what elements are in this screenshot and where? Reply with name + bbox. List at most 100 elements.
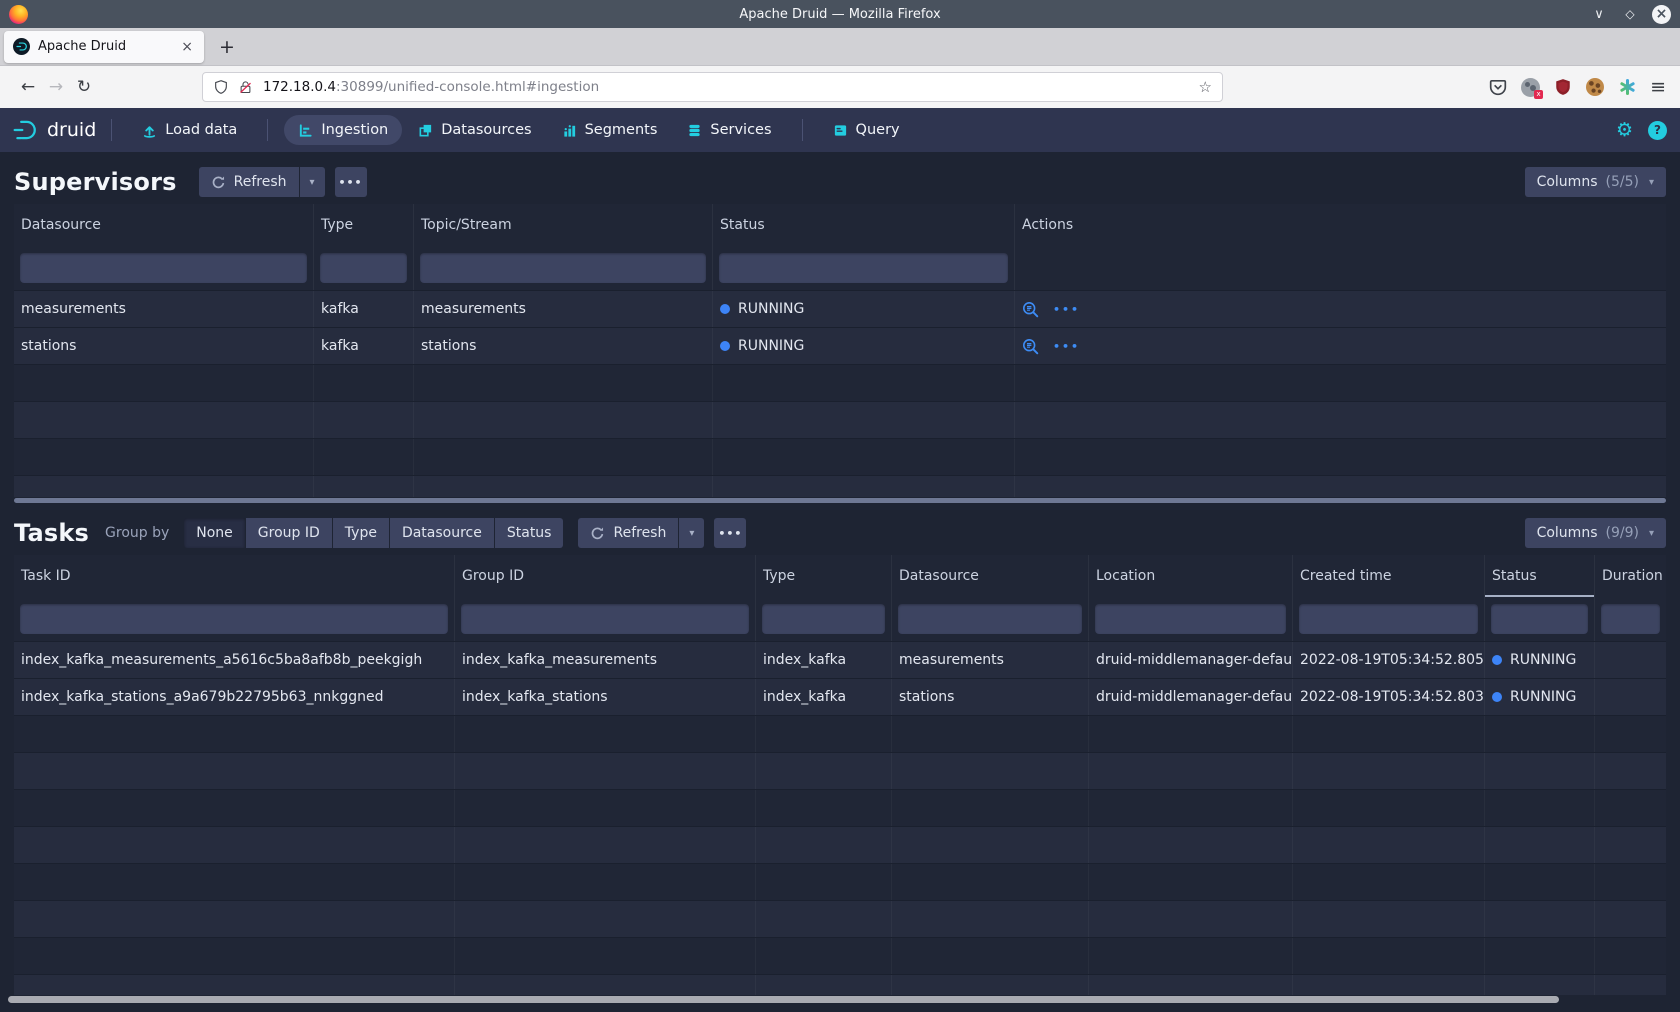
group-by-status-button[interactable]: Status [495, 518, 564, 548]
bookmark-star-icon[interactable]: ☆ [1199, 78, 1212, 96]
shield-icon[interactable] [213, 79, 229, 95]
cell-task-id[interactable]: index_kafka_measurements_a5616c5ba8afb8b… [14, 642, 455, 678]
column-header[interactable]: Type [756, 555, 892, 597]
task-row[interactable]: index_kafka_stations_a9a679b22795b63_nnk… [14, 678, 1666, 715]
help-icon[interactable]: ? [1648, 121, 1667, 140]
back-icon[interactable]: ← [14, 77, 42, 97]
cell-created-time[interactable]: 2022-08-19T05:34:52.805Z [1293, 642, 1485, 678]
forward-icon[interactable]: → [42, 77, 70, 97]
cell-status[interactable]: RUNNING [1485, 642, 1595, 678]
cell-datasource[interactable]: measurements [14, 291, 314, 327]
tasks-horizontal-scrollbar[interactable] [8, 996, 1559, 1003]
column-header-sorted[interactable]: Status [1485, 555, 1595, 597]
lock-insecure-icon[interactable] [238, 80, 253, 95]
close-window-icon[interactable]: × [1652, 5, 1671, 24]
cell-type[interactable]: index_kafka [756, 642, 892, 678]
refresh-button[interactable]: Refresh [578, 518, 678, 548]
window-menu-chevron-icon[interactable]: ∨ [1590, 7, 1608, 22]
refresh-interval-caret[interactable]: ▾ [300, 167, 325, 197]
group-by-none-button[interactable]: None [184, 518, 245, 548]
refresh-button[interactable]: Refresh [199, 167, 299, 197]
filter-input-task-id[interactable] [20, 604, 448, 634]
view-details-icon[interactable] [1022, 301, 1039, 318]
filter-input-type[interactable] [762, 604, 885, 634]
column-header[interactable]: Datasource [14, 204, 314, 246]
supervisor-row[interactable]: measurements kafka measurements RUNNING … [14, 290, 1666, 327]
browser-tab[interactable]: Apache Druid × [4, 31, 204, 63]
cell-duration[interactable] [1595, 642, 1666, 678]
url-bar[interactable]: 172.18.0.4:30899/unified-console.html#in… [202, 72, 1223, 102]
cell-type[interactable]: kafka [314, 328, 414, 364]
column-header[interactable]: Duration [1595, 555, 1666, 597]
cell-group-id[interactable]: index_kafka_stations [455, 679, 756, 715]
filter-input-location[interactable] [1095, 604, 1286, 634]
column-header[interactable]: Datasource [892, 555, 1089, 597]
column-header[interactable]: Group ID [455, 555, 756, 597]
cell-location[interactable]: druid-middlemanager-defaul... [1089, 642, 1293, 678]
nav-item-datasources[interactable]: Datasources [404, 115, 545, 145]
ublock-shield-icon[interactable] [1554, 78, 1572, 96]
column-header[interactable]: Task ID [14, 555, 455, 597]
druid-logo[interactable]: druid [12, 117, 96, 143]
filter-input-type[interactable] [320, 253, 407, 283]
group-by-datasource-button[interactable]: Datasource [390, 518, 494, 548]
cell-group-id[interactable]: index_kafka_measurements [455, 642, 756, 678]
filter-input-datasource[interactable] [898, 604, 1082, 634]
supervisors-horizontal-scrollbar[interactable] [14, 498, 1666, 503]
column-header[interactable]: Type [314, 204, 414, 246]
column-header[interactable]: Location [1089, 555, 1293, 597]
nav-item-load-data[interactable]: Load data [128, 115, 251, 145]
filter-input-status[interactable] [1491, 604, 1588, 634]
account-extension-icon[interactable]: x [1521, 78, 1540, 97]
supervisors-more-button[interactable]: ••• [335, 167, 367, 197]
group-by-type-button[interactable]: Type [333, 518, 389, 548]
tasks-columns-button[interactable]: Columns (9/9) ▾ [1525, 518, 1666, 548]
maximize-icon[interactable]: ◇ [1621, 7, 1639, 21]
nav-item-services[interactable]: Services [673, 115, 785, 145]
cell-created-time[interactable]: 2022-08-19T05:34:52.803Z [1293, 679, 1485, 715]
filter-input-topic[interactable] [420, 253, 706, 283]
row-actions-icon[interactable]: ••• [1053, 340, 1080, 353]
cell-type[interactable]: index_kafka [756, 679, 892, 715]
filter-input-datasource[interactable] [20, 253, 307, 283]
cell-task-id[interactable]: index_kafka_stations_a9a679b22795b63_nnk… [14, 679, 455, 715]
supervisors-columns-button[interactable]: Columns (5/5) ▾ [1525, 167, 1666, 197]
cell-location[interactable]: druid-middlemanager-defaul... [1089, 679, 1293, 715]
new-tab-button[interactable]: + [219, 36, 235, 58]
cell-status[interactable]: RUNNING [713, 291, 1015, 327]
nav-item-ingestion[interactable]: Ingestion [284, 115, 402, 145]
cell-datasource[interactable]: stations [14, 328, 314, 364]
nav-item-query[interactable]: Query [819, 115, 914, 145]
pocket-icon[interactable] [1489, 78, 1507, 96]
cell-status[interactable]: RUNNING [1485, 679, 1595, 715]
column-header[interactable]: Topic/Stream [414, 204, 713, 246]
group-by-group-id-button[interactable]: Group ID [246, 518, 332, 548]
view-details-icon[interactable] [1022, 338, 1039, 355]
nav-item-segments[interactable]: Segments [548, 115, 672, 145]
tasks-more-button[interactable]: ••• [714, 518, 746, 548]
divider [111, 119, 112, 141]
filter-input-duration[interactable] [1601, 604, 1660, 634]
cell-status[interactable]: RUNNING [713, 328, 1015, 364]
reload-icon[interactable]: ↻ [70, 77, 98, 97]
tab-close-icon[interactable]: × [179, 39, 195, 55]
filter-input-group-id[interactable] [461, 604, 749, 634]
cell-datasource[interactable]: measurements [892, 642, 1089, 678]
cell-duration[interactable] [1595, 679, 1666, 715]
cell-topic[interactable]: measurements [414, 291, 713, 327]
gear-icon[interactable]: ⚙ [1616, 119, 1633, 141]
column-header[interactable]: Status [713, 204, 1015, 246]
column-header[interactable]: Created time [1293, 555, 1485, 597]
supervisor-row[interactable]: stations kafka stations RUNNING ••• [14, 327, 1666, 364]
hamburger-menu-icon[interactable]: ≡ [1650, 76, 1666, 98]
task-row[interactable]: index_kafka_measurements_a5616c5ba8afb8b… [14, 641, 1666, 678]
cell-datasource[interactable]: stations [892, 679, 1089, 715]
filter-input-status[interactable] [719, 253, 1008, 283]
cookie-icon[interactable] [1586, 78, 1604, 96]
asterisk-extension-icon[interactable] [1618, 78, 1636, 96]
row-actions-icon[interactable]: ••• [1053, 303, 1080, 316]
refresh-interval-caret[interactable]: ▾ [679, 518, 704, 548]
filter-input-created-time[interactable] [1299, 604, 1478, 634]
cell-topic[interactable]: stations [414, 328, 713, 364]
cell-type[interactable]: kafka [314, 291, 414, 327]
